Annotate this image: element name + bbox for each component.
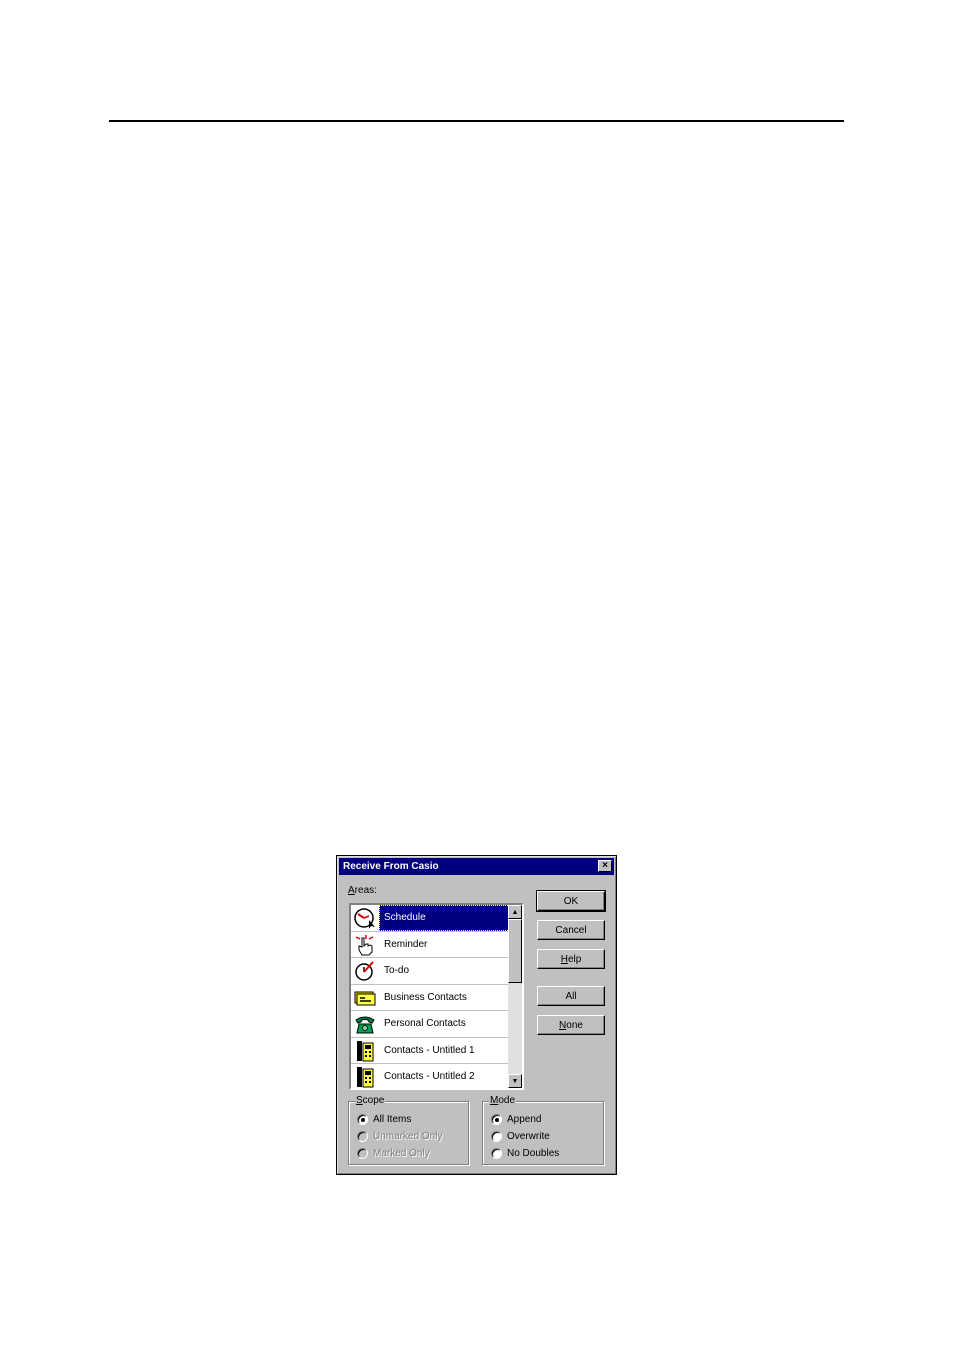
radio-button[interactable] [357,1130,368,1142]
all-button[interactable]: All [537,986,605,1006]
list-item[interactable]: Business Contacts [351,985,510,1011]
arrow-down-icon: ▼ [511,1077,519,1085]
scope-group-title: Scope [355,1095,386,1106]
areas-listbox[interactable]: Schedule Reminder To-do Business Contact… [349,903,524,1090]
list-item-label: Contacts - Untitled 2 [384,1071,475,1083]
mode-option-overwrite[interactable]: Overwrite [491,1129,550,1143]
mode-group: Mode Append Overwrite No Doubles [482,1095,604,1165]
mode-group-title: Mode [489,1095,517,1106]
hand-reminder-icon [352,933,377,957]
dialog-title: Receive From Casio [343,861,439,872]
scroll-down-button[interactable]: ▼ [508,1074,522,1088]
radio-label: Unmarked Only [373,1130,443,1142]
mode-option-no-doubles[interactable]: No Doubles [491,1146,559,1160]
list-item[interactable]: Personal Contacts [351,1011,510,1038]
list-item[interactable]: To-do [351,958,510,985]
radio-label: No Doubles [507,1147,560,1159]
clock-icon [352,906,377,930]
list-item[interactable]: Contacts - Untitled 1 [351,1038,510,1064]
scope-group: Scope All Items Unmarked Only Marked Onl… [348,1095,469,1165]
list-item-label: Contacts - Untitled 1 [384,1044,475,1056]
mode-option-append[interactable]: Append [491,1112,541,1126]
list-item-label: Schedule [379,905,510,931]
radio-label: All Items [373,1113,412,1125]
cancel-button[interactable]: Cancel [537,920,605,940]
arrow-up-icon: ▲ [511,908,519,916]
business-card-icon [352,986,377,1010]
telephone-icon [352,1012,377,1036]
ok-button[interactable]: OK [536,890,606,912]
list-item[interactable]: Schedule [351,905,510,932]
dialog-titlebar[interactable]: Receive From Casio × [339,858,614,875]
close-button[interactable]: × [598,860,612,872]
scope-option-marked-only[interactable]: Marked Only [357,1146,430,1160]
list-item[interactable]: Reminder [351,932,510,958]
todo-clock-icon [352,959,377,983]
radio-button[interactable] [357,1113,368,1125]
radio-button[interactable] [357,1147,368,1159]
scope-option-unmarked-only[interactable]: Unmarked Only [357,1129,442,1143]
none-button[interactable]: None [537,1015,605,1035]
list-item[interactable]: Contacts - Untitled 2 [351,1064,510,1088]
list-item-label: Personal Contacts [384,1018,466,1030]
list-item-label: Business Contacts [384,991,467,1003]
radio-button[interactable] [491,1147,502,1159]
radio-label: Overwrite [507,1130,550,1142]
radio-label: Append [507,1113,542,1125]
page-header-rule [109,120,844,122]
radio-label: Marked Only [373,1147,430,1159]
phone-handset-icon [352,1065,377,1088]
radio-button[interactable] [491,1130,502,1142]
receive-from-casio-dialog: Receive From Casio × Areas: Schedule Rem… [336,855,617,1175]
areas-label: Areas: [348,885,377,896]
scope-option-all-items[interactable]: All Items [357,1112,411,1126]
scroll-thumb[interactable] [508,919,522,983]
radio-button[interactable] [491,1113,502,1125]
list-item-label: To-do [384,965,410,977]
list-item-label: Reminder [384,938,428,950]
phone-handset-icon [352,1039,377,1063]
help-button[interactable]: Help [537,949,605,969]
scroll-up-button[interactable]: ▲ [508,905,522,919]
close-icon: × [602,860,608,871]
listbox-scrollbar[interactable]: ▲ ▼ [508,905,522,1088]
